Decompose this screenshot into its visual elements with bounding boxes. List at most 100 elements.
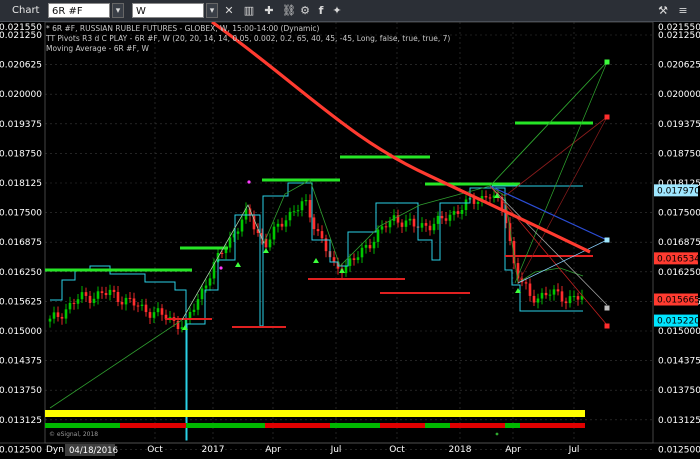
price-bar-body bbox=[220, 252, 224, 254]
trend-color-strip bbox=[45, 423, 120, 428]
symbol-input[interactable]: 6R #F bbox=[48, 3, 110, 18]
projection-end-marker bbox=[604, 59, 610, 65]
price-bar-body bbox=[308, 200, 312, 218]
price-bar-body bbox=[476, 201, 480, 204]
projection-line-cyan bbox=[517, 239, 608, 284]
trend-color-strip bbox=[330, 423, 380, 428]
projection-line-up-2 bbox=[514, 61, 608, 284]
price-bar-body bbox=[52, 312, 56, 319]
projection-end-marker bbox=[604, 114, 610, 120]
price-bar-body bbox=[484, 196, 488, 198]
moving-average-line bbox=[211, 22, 591, 254]
trend-color-strip bbox=[520, 423, 585, 428]
moving-average-legend: Moving Average - 6R #F, W bbox=[46, 44, 149, 53]
x-axis-label: Oct bbox=[389, 445, 405, 455]
y-axis-label-left: 0.018750 bbox=[0, 149, 42, 159]
price-bar-body bbox=[304, 200, 308, 202]
y-axis-top-label-right: 0.021550 bbox=[658, 23, 700, 33]
price-bar-body bbox=[108, 289, 112, 296]
y-axis-label-right: 0.013750 bbox=[658, 386, 700, 396]
trend-color-strip bbox=[425, 423, 450, 428]
trend-color-strip bbox=[186, 423, 265, 428]
y-axis-label-right: 0.014375 bbox=[658, 357, 700, 367]
price-bar-body bbox=[312, 217, 316, 230]
price-bar-body bbox=[192, 309, 196, 312]
price-bar-body bbox=[528, 283, 532, 296]
price-bar-body bbox=[144, 304, 148, 313]
price-bar-body bbox=[148, 312, 152, 318]
price-bar-body bbox=[60, 316, 64, 319]
price-bar-body bbox=[576, 296, 580, 300]
menu-icon[interactable]: ≡ bbox=[676, 4, 690, 18]
close-icon[interactable]: ✕ bbox=[222, 4, 236, 18]
chart-window-title: Chart bbox=[12, 5, 40, 16]
price-bar-body bbox=[112, 289, 116, 292]
price-bar-body bbox=[452, 211, 456, 215]
pivot-marker-triangle bbox=[235, 262, 241, 267]
last-price-label: 0.015665 bbox=[657, 296, 700, 306]
price-bar-body bbox=[364, 245, 368, 248]
symbol-dropdown-icon[interactable]: ▾ bbox=[112, 3, 124, 18]
facebook-icon[interactable]: f bbox=[314, 4, 328, 18]
y-axis-label-left: 0.019375 bbox=[0, 120, 42, 130]
chart-type-icon[interactable]: ▥ bbox=[242, 4, 256, 18]
price-bar-body bbox=[440, 215, 444, 219]
price-bar-body bbox=[560, 291, 564, 302]
price-bar-body bbox=[568, 296, 572, 304]
price-bar-body bbox=[428, 225, 432, 231]
interval-input[interactable]: W bbox=[132, 3, 204, 18]
price-bar-body bbox=[56, 312, 60, 317]
price-bar-body bbox=[156, 308, 160, 313]
y-axis-label-right: 0.017500 bbox=[658, 209, 700, 219]
twitter-icon[interactable]: ✦ bbox=[330, 4, 344, 18]
price-bar-body bbox=[128, 297, 132, 299]
price-bar-body bbox=[152, 312, 156, 318]
crosshair-icon[interactable]: ✚ bbox=[262, 4, 276, 18]
price-bar-body bbox=[420, 223, 424, 228]
price-bar-body bbox=[288, 211, 292, 221]
price-bar-body bbox=[124, 297, 128, 305]
price-bar-body bbox=[464, 199, 468, 210]
interval-dropdown-icon[interactable]: ▾ bbox=[206, 3, 218, 18]
price-bar-body bbox=[228, 237, 232, 248]
price-bar-body bbox=[400, 222, 404, 227]
x-axis-label: 2018 bbox=[449, 445, 472, 455]
projection-line-gray bbox=[489, 185, 608, 306]
y-axis-label-right: 0.018750 bbox=[658, 149, 700, 159]
price-bar-body bbox=[92, 298, 96, 303]
price-bar-body bbox=[76, 299, 80, 304]
trend-color-strip bbox=[120, 423, 186, 428]
link-icon[interactable]: ⛓ bbox=[282, 4, 296, 18]
price-bar-body bbox=[524, 282, 528, 284]
y-axis-label-right: 0.020625 bbox=[658, 61, 700, 71]
projection-end-marker bbox=[604, 237, 610, 243]
price-bar-body bbox=[540, 292, 544, 299]
symbol-description: * 6R #F, RUSSIAN RUBLE FUTURES - GLOBEX,… bbox=[46, 24, 320, 33]
tools-icon[interactable]: ⚒ bbox=[656, 4, 670, 18]
price-bar-body bbox=[488, 197, 492, 199]
price-bar-body bbox=[360, 247, 364, 258]
price-bar-body bbox=[472, 198, 476, 204]
chart-info-legend: * 6R #F, RUSSIAN RUBLE FUTURES - GLOBEX,… bbox=[46, 24, 450, 54]
chart-toolbar: Chart 6R #F ▾ W ▾ ✕ ▥ ✚ ⛓ ⚙ f ✦ ⚒ ≡ bbox=[0, 0, 700, 22]
price-bar-body bbox=[424, 223, 428, 226]
y-axis-label-left: 0.014375 bbox=[0, 357, 42, 367]
price-bar-body bbox=[444, 218, 448, 221]
price-bar-body bbox=[548, 294, 552, 296]
price-bar-body bbox=[204, 285, 208, 289]
x-axis-label: Jul bbox=[330, 445, 342, 455]
price-bar-body bbox=[552, 289, 556, 295]
x-axis-label: Apr bbox=[265, 445, 281, 455]
price-bar-body bbox=[320, 231, 324, 239]
price-bar-body bbox=[556, 289, 560, 292]
y-axis-label-left: 0.015625 bbox=[0, 297, 42, 307]
y-axis-label-left: 0.016875 bbox=[0, 238, 42, 248]
price-bar-body bbox=[268, 239, 272, 248]
y-axis-label-left: 0.020625 bbox=[0, 61, 42, 71]
settings-icon[interactable]: ⚙ bbox=[298, 4, 312, 18]
price-bar-body bbox=[48, 318, 52, 322]
y-axis-label-right: 0.015000 bbox=[658, 327, 700, 337]
price-chart-canvas[interactable]: 0.021250 0.0212500.020625 0.0206250.020000… bbox=[0, 22, 700, 459]
price-bar-body bbox=[376, 229, 380, 242]
x-axis-label: Oct bbox=[147, 445, 163, 455]
